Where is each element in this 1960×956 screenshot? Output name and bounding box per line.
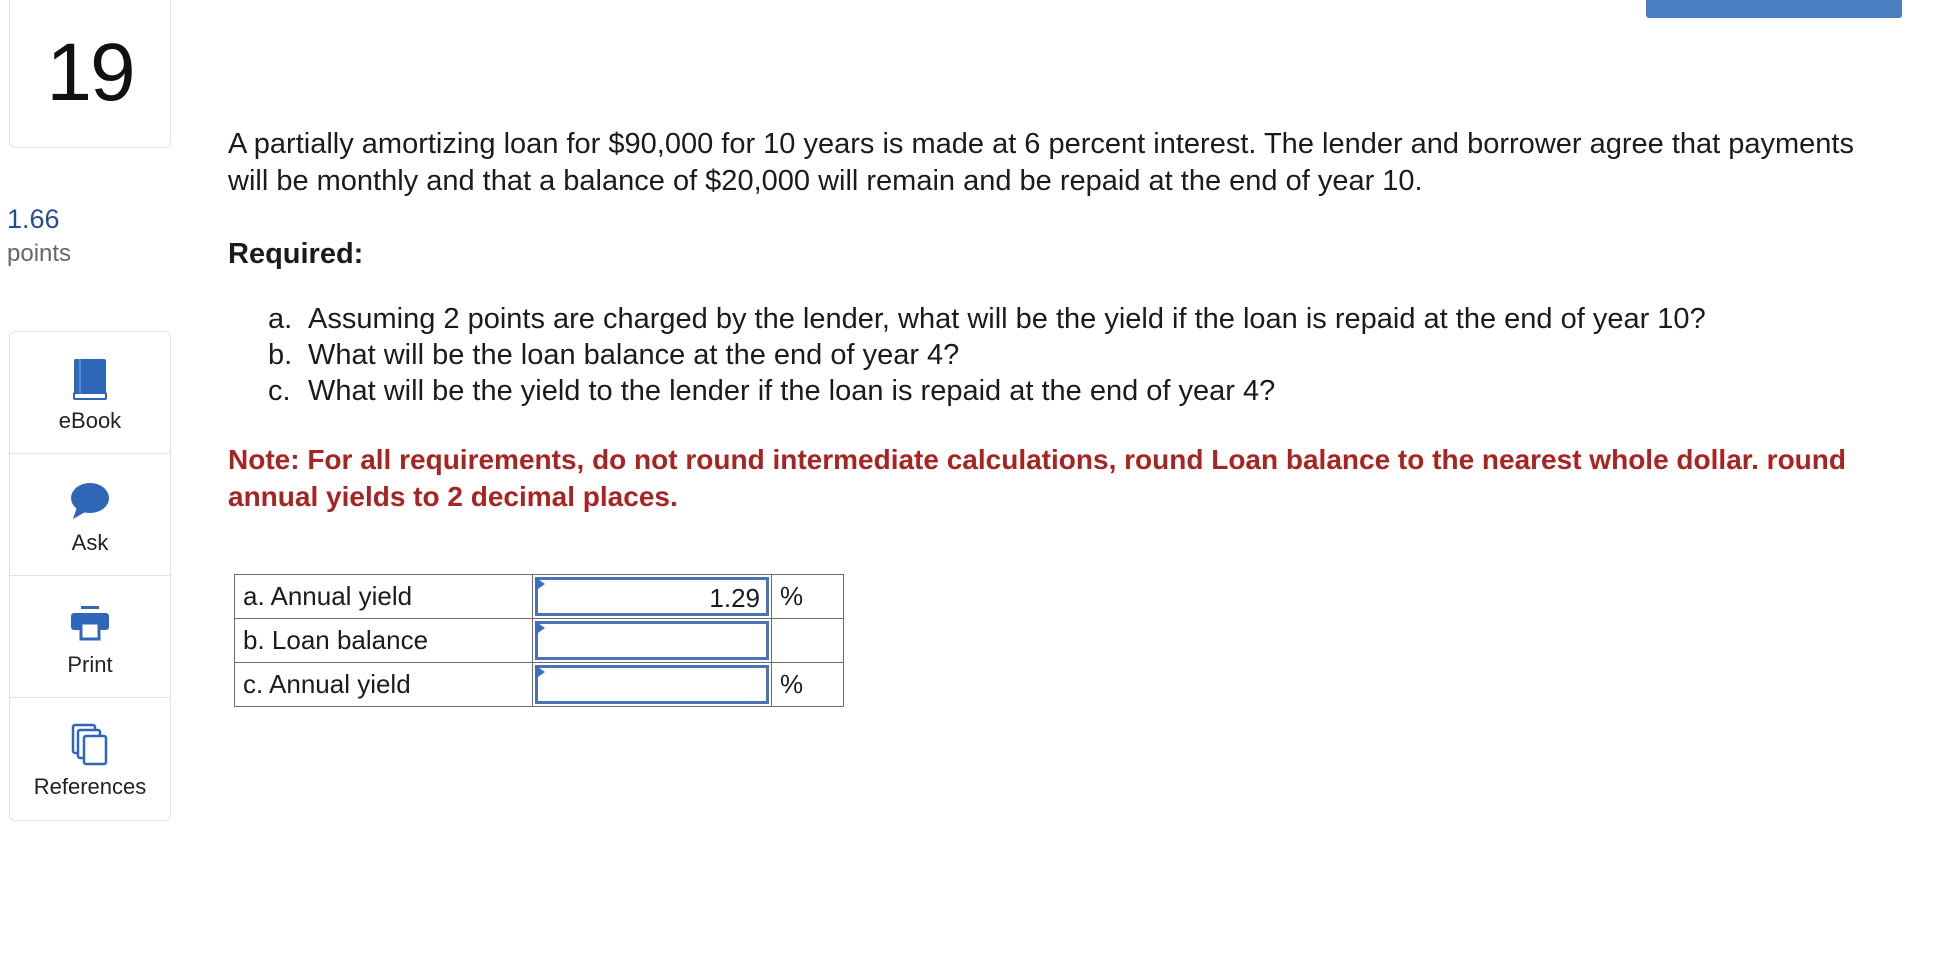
answer-label: b. Loan balance: [234, 618, 533, 663]
table-row: c. Annual yield %: [234, 662, 844, 707]
answer-unit: %: [771, 574, 844, 619]
answer-unit: %: [771, 662, 844, 707]
top-action-button[interactable]: [1646, 0, 1902, 18]
points-value: 1.66: [7, 204, 60, 234]
annual-yield-c-input[interactable]: [535, 665, 769, 704]
requirement-letter: b.: [268, 339, 293, 371]
tool-references[interactable]: References: [10, 698, 170, 820]
book-icon: [68, 356, 112, 402]
tool-print[interactable]: Print: [10, 576, 170, 698]
tool-label: Ask: [71, 530, 109, 555]
required-heading: Required:: [228, 238, 364, 270]
requirements-list: a. Assuming 2 points are charged by the …: [228, 301, 1898, 409]
tool-ebook[interactable]: eBook: [10, 332, 170, 454]
tool-ask[interactable]: Ask: [10, 454, 170, 576]
requirement-text: Assuming 2 points are charged by the len…: [308, 303, 1706, 335]
requirement-letter: a.: [268, 303, 293, 335]
input-flag-icon: [535, 665, 545, 679]
tool-label: eBook: [58, 408, 122, 433]
requirement-letter: c.: [268, 375, 291, 407]
tools-panel: eBook Ask Print References: [9, 331, 171, 821]
input-flag-icon: [535, 577, 545, 591]
answer-label: a. Annual yield: [234, 574, 533, 619]
requirement-text: What will be the loan balance at the end…: [308, 339, 960, 371]
answer-label: c. Annual yield: [234, 662, 533, 707]
list-item: a. Assuming 2 points are charged by the …: [268, 301, 1898, 337]
chat-bubble-icon: [68, 478, 112, 524]
tool-label: References: [33, 774, 147, 799]
tool-label: Print: [67, 652, 113, 677]
table-row: a. Annual yield 1.29 %: [234, 574, 844, 619]
loan-balance-input[interactable]: [535, 621, 769, 660]
answer-cell: [532, 618, 772, 663]
table-row: b. Loan balance: [234, 618, 844, 663]
answer-cell: [532, 662, 772, 707]
answer-unit: [771, 618, 844, 663]
rounding-note: Note: For all requirements, do not round…: [228, 444, 1846, 512]
question-number-card: 19: [9, 0, 171, 148]
question-number: 19: [46, 27, 135, 118]
list-item: b. What will be the loan balance at the …: [268, 337, 1898, 373]
annual-yield-a-input[interactable]: 1.29: [535, 577, 769, 616]
requirement-text: What will be the yield to the lender if …: [308, 375, 1276, 407]
question-content: A partially amortizing loan for $90,000 …: [228, 126, 1898, 515]
input-flag-icon: [535, 621, 545, 635]
documents-icon: [68, 722, 112, 768]
list-item: c. What will be the yield to the lender …: [268, 373, 1898, 409]
answer-cell: 1.29: [532, 574, 772, 619]
printer-icon: [68, 600, 112, 646]
problem-statement: A partially amortizing loan for $90,000 …: [228, 128, 1854, 197]
answer-table: a. Annual yield 1.29 % b. Loan balance c…: [234, 574, 844, 707]
points-label: points: [7, 240, 72, 267]
